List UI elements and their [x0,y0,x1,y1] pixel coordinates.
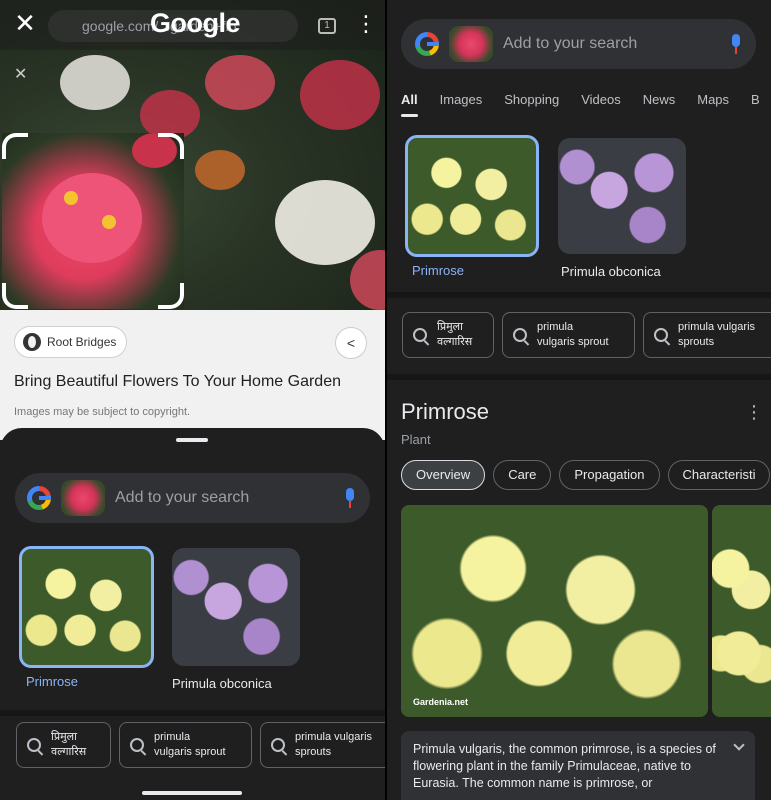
mic-icon[interactable] [344,488,356,508]
kp-tab-propagation[interactable]: Propagation [559,460,660,490]
result-image[interactable] [19,546,154,668]
related-search-chip[interactable]: primula vulgaris sprout [119,722,252,768]
search-input[interactable]: Add to your search [503,35,720,53]
tab-maps[interactable]: Maps [697,92,729,107]
search-icon [413,328,427,342]
result-image[interactable] [172,548,300,666]
source-site-chip[interactable]: Root Bridges [14,326,128,358]
result-image[interactable] [405,135,539,257]
search-input[interactable]: Add to your search [115,489,334,507]
google-logo: Google [150,8,241,38]
kp-tab-characteristics[interactable]: Characteristi [667,460,771,490]
more-vert-icon[interactable]: ⋮ [355,12,377,36]
search-icon [27,738,41,752]
search-icon [654,328,668,342]
result-card-primula-obconica[interactable]: Primula obconica [558,138,686,279]
copyright-notice: Images may be subject to copyright. [14,406,191,418]
mic-icon[interactable] [730,34,742,54]
share-icon[interactable]: < [335,327,367,359]
tab-news[interactable]: News [643,92,676,107]
knowledge-panel-subtitle: Plant [401,432,431,447]
crop-handle-bottom-left[interactable] [2,283,28,309]
sheet-drag-handle[interactable] [176,438,208,442]
related-search-chip[interactable]: primula vulgaris sprouts [643,312,771,358]
query-image-thumbnail[interactable] [449,26,493,62]
search-icon [513,328,527,342]
related-searches-row: प्रिमुला वल्गारिस primula vulgaris sprou… [402,312,771,358]
result-card-primrose[interactable]: Primrose [405,135,539,278]
tab-shopping[interactable]: Shopping [504,92,559,107]
result-label[interactable]: Primula obconica [561,264,686,279]
result-label[interactable]: Primrose [26,674,154,689]
related-search-chip[interactable]: प्रिमुला वल्गारिस [16,722,111,768]
lens-results-panel: Add to your search All Images Shopping V… [387,0,771,800]
kp-tab-overview[interactable]: Overview [401,460,486,490]
knowledge-panel-description[interactable]: Primula vulgaris, the common primrose, i… [401,731,755,800]
crop-handle-top-left[interactable] [2,133,28,159]
related-search-chip[interactable]: प्रिमुला वल्गारिस [402,312,494,358]
source-page-title[interactable]: Bring Beautiful Flowers To Your Home Gar… [14,373,341,391]
browser-toolbar: google.com/...garden+flo ✕ Google 1 ⋮ [0,0,385,50]
search-icon [130,738,144,752]
result-image[interactable] [558,138,686,254]
tab-images[interactable]: Images [440,92,483,107]
google-g-icon [27,486,51,510]
results-bottom-sheet: Add to your search Primrose Primula obco… [0,428,385,800]
tab-count-badge: 1 [318,18,336,34]
description-text: Primula vulgaris, the common primrose, i… [413,742,716,790]
knowledge-panel-title: Primrose [401,399,490,424]
source-info: Root Bridges < Bring Beautiful Flowers T… [0,310,385,440]
image-watermark: Gardenia.net [413,697,469,707]
crop-selection-box[interactable] [2,133,184,309]
add-to-search-bar[interactable]: Add to your search [15,473,370,523]
google-g-icon [415,32,439,56]
search-icon [271,738,285,752]
tab-videos[interactable]: Videos [581,92,621,107]
kp-tab-care[interactable]: Care [493,460,552,490]
related-searches-row: प्रिमुला वल्गारिस primula vulgaris sprou… [16,722,385,768]
related-search-chip[interactable]: primula vulgaris sprouts [260,722,385,768]
more-vert-icon[interactable]: ⋮ [745,403,763,421]
tab-more[interactable]: B [751,92,760,107]
source-site-name: Root Bridges [47,335,117,349]
knowledge-panel-image[interactable]: Gardenia.net [401,505,708,717]
result-card-primrose[interactable]: Primrose [19,546,154,689]
tab-all[interactable]: All [401,92,418,117]
search-tabs: All Images Shopping Videos News Maps B [401,92,760,117]
globe-icon [23,333,41,351]
result-card-primula-obconica[interactable]: Primula obconica [172,548,300,691]
related-search-chip[interactable]: primula vulgaris sprout [502,312,635,358]
dismiss-icon[interactable]: ✕ [14,64,27,84]
gesture-nav-bar[interactable] [142,791,242,795]
knowledge-panel-image-next[interactable] [712,505,771,717]
result-label[interactable]: Primula obconica [172,676,300,691]
close-icon[interactable]: ✕ [12,10,38,36]
crop-handle-top-right[interactable] [158,133,184,159]
result-label[interactable]: Primrose [412,263,539,278]
add-to-search-bar[interactable]: Add to your search [401,19,756,69]
lens-capture-panel: google.com/...garden+flo ✕ Google 1 ⋮ ✕ … [0,0,385,800]
query-image-thumbnail[interactable] [61,480,105,516]
knowledge-panel-tabs: Overview Care Propagation Characteristi [401,460,771,490]
crop-handle-bottom-right[interactable] [158,283,184,309]
